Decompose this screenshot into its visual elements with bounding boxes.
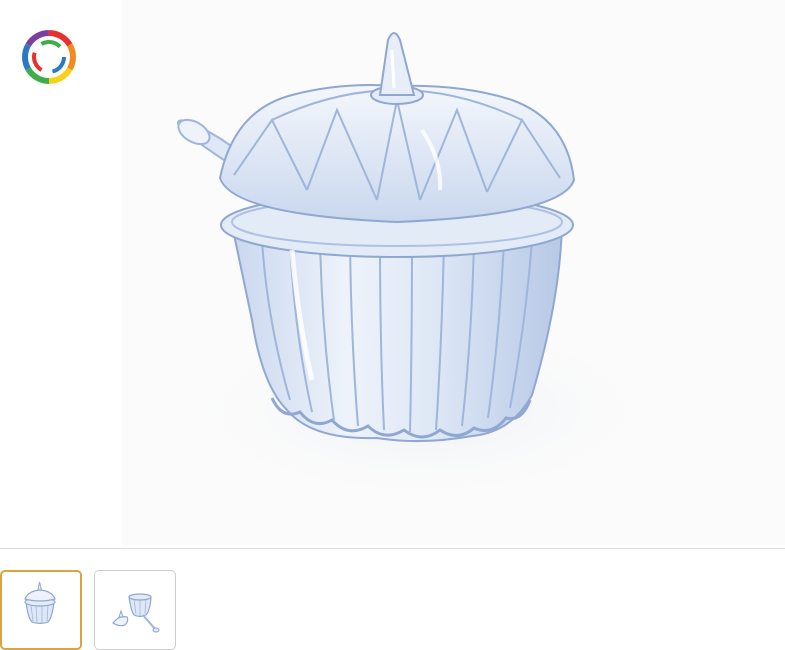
thumbnail-2[interactable]: [94, 570, 176, 650]
brand-logo[interactable]: [22, 30, 76, 84]
thumbnail-1-selected[interactable]: [0, 570, 82, 650]
crystal-sugar-bowl-icon: [172, 32, 672, 505]
gallery-divider: [0, 548, 785, 549]
rainbow-swirl-logo-icon: [22, 30, 76, 84]
sugar-bowl-thumbnail-icon: [24, 581, 56, 625]
thumbnail-strip: [0, 570, 785, 650]
main-product-image[interactable]: [122, 0, 785, 546]
sugar-bowl-open-thumbnail-icon: [112, 593, 160, 633]
